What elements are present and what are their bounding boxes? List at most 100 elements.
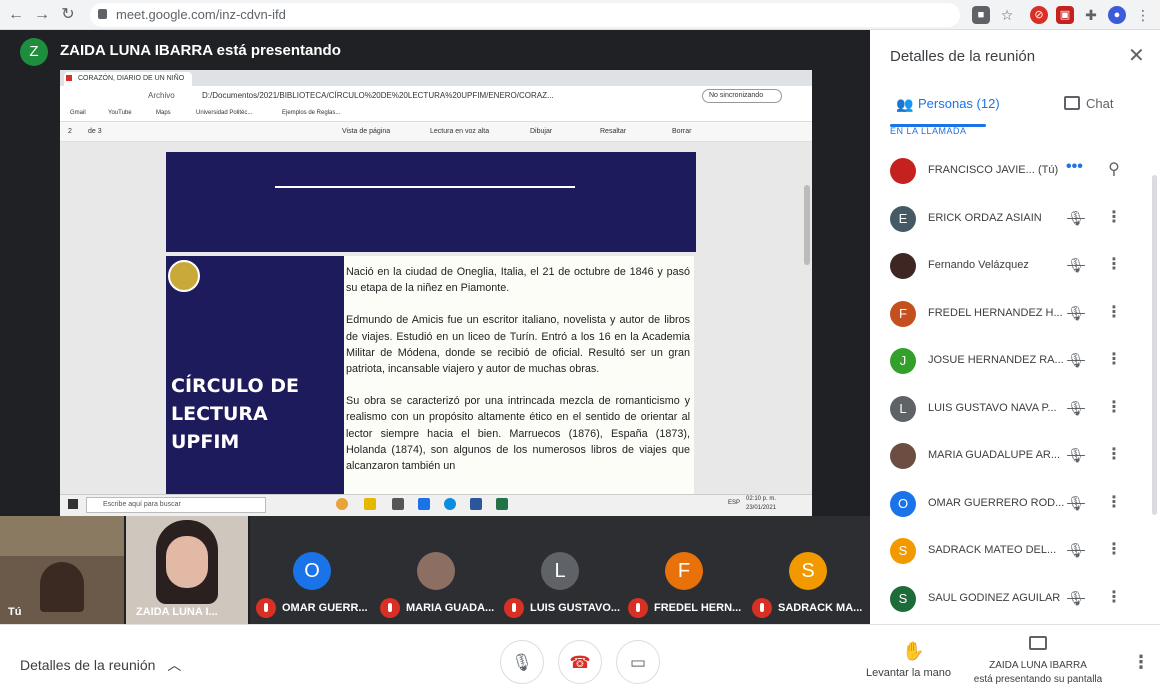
more-options-icon[interactable]: ⋮ — [1106, 255, 1122, 275]
panel-scrollbar[interactable] — [1152, 175, 1157, 515]
presenting-name: ZAIDA LUNA IBARRA — [989, 660, 1087, 671]
mic-off-icon — [504, 598, 524, 618]
participant-row[interactable]: E ERICK ORDAZ ASIAIN 🎙 ⋮ — [870, 198, 1160, 246]
participant-row[interactable]: F FREDEL HERNANDEZ H... 🎙 ⋮ — [870, 293, 1160, 341]
sync-badge: No sincronizando — [702, 89, 782, 103]
block-extension-icon[interactable]: ⊘ — [1030, 6, 1048, 24]
more-options-icon[interactable]: ⋮ — [1106, 493, 1122, 513]
tile-participant[interactable]: MARIA GUADA... — [374, 516, 498, 624]
bookmark: Universidad Politéc... — [196, 110, 253, 116]
raise-hand-label[interactable]: Levantar la mano — [866, 667, 951, 679]
extension-icon[interactable]: ▣ — [1056, 6, 1074, 24]
mic-off-icon: 🎙 — [1067, 494, 1085, 511]
star-icon[interactable]: ☆ — [998, 6, 1016, 24]
browser-menu-icon[interactable]: ⋮ — [1134, 6, 1152, 24]
windows-start-icon — [68, 499, 78, 509]
presenter-avatar: Z — [20, 38, 48, 66]
cover-title: CÍRCULO DE LECTURA UPFIM — [171, 375, 299, 453]
tab-people[interactable]: Personas (12) — [918, 96, 1012, 111]
tile-name: FREDEL HERN... — [654, 601, 742, 614]
more-options-icon[interactable]: ⋮ — [1106, 588, 1122, 608]
tile-participant[interactable]: F FREDEL HERN... — [622, 516, 746, 624]
participant-row[interactable]: J JOSUE HERNANDEZ RA... 🎙 ⋮ — [870, 340, 1160, 388]
participant-row[interactable]: FRANCISCO JAVIE... (Tú) ••• ⚲ — [870, 150, 1160, 198]
pin-icon[interactable]: ⚲ — [1106, 160, 1122, 180]
video-person — [40, 562, 84, 612]
participant-avatar: E — [890, 205, 916, 232]
participant-row[interactable]: S SAUL GODINEZ AGUILAR 🎙 ⋮ — [870, 578, 1160, 626]
pdf-toolbar: 2 de 3 Vista de página Lectura en voz al… — [60, 122, 812, 142]
profile-avatar[interactable]: ● — [1108, 6, 1126, 24]
more-options-icon[interactable]: ⋮ — [1106, 303, 1122, 323]
participant-avatar: J — [890, 348, 916, 374]
close-icon[interactable]: ✕ — [1128, 46, 1145, 66]
tile-avatar: L — [541, 552, 579, 590]
participant-name: JOSUE HERNANDEZ RA... — [928, 354, 1064, 366]
participant-row[interactable]: MARIA GUADALUPE AR... 🎙 ⋮ — [870, 435, 1160, 483]
tile-name: MARIA GUADA... — [406, 601, 495, 614]
page-of: de 3 — [88, 128, 102, 135]
page-number: 2 — [68, 128, 72, 135]
seal-logo — [168, 260, 200, 292]
participant-name: ERICK ORDAZ ASIAIN — [928, 211, 1042, 224]
leave-call-button[interactable]: ☎ — [558, 640, 602, 684]
more-options-icon[interactable]: ⋮ — [1106, 208, 1122, 228]
participant-name: Fernando Velázquez — [928, 259, 1029, 271]
pdf-tool: Borrar — [672, 128, 692, 135]
tile-participant[interactable]: S SADRACK MA... — [746, 516, 870, 624]
tile-name: OMAR GUERR... — [282, 601, 368, 614]
reload-icon[interactable]: ↻ — [58, 5, 78, 25]
pdf-icon — [66, 75, 72, 81]
tile-presenter[interactable]: ZAIDA LUNA I... — [126, 516, 248, 624]
mic-off-icon: 🎙 — [1067, 304, 1085, 321]
microphone-icon: 🎙 — [511, 653, 533, 672]
bookmark: Ejemplos de Reglas... — [282, 110, 341, 116]
meeting-details-label: Detalles de la reunión — [20, 657, 156, 673]
paragraph: Nació en la ciudad de Oneglia, Italia, e… — [346, 266, 690, 295]
tile-participant[interactable]: L LUIS GUSTAVO... — [498, 516, 622, 624]
participant-avatar — [890, 443, 916, 469]
mic-off-icon: 🎙 — [1067, 352, 1085, 368]
video-background — [0, 516, 124, 556]
present-screen-icon[interactable] — [1029, 636, 1047, 650]
shared-url: D:/Documentos/2021/BIBLIOTECA/CÍRCULO%20… — [202, 91, 554, 100]
more-options-icon[interactable]: ⋮ — [1106, 540, 1122, 560]
participant-avatar: S — [890, 538, 916, 564]
meeting-details-button[interactable]: Detalles de la reunión ︿ — [20, 655, 181, 675]
participant-row[interactable]: L LUIS GUSTAVO NAVA P... 🎙 ⋮ — [870, 388, 1160, 436]
participant-row[interactable]: O OMAR GUERRERO ROD... 🎙 ⋮ — [870, 483, 1160, 531]
participant-name: SADRACK MATEO DEL... — [928, 544, 1057, 556]
bookmark: Gmail — [70, 110, 86, 116]
raise-hand-icon[interactable]: ✋ — [902, 641, 924, 662]
pdf-tool: Vista de página — [342, 128, 391, 135]
more-options-icon[interactable]: ⋮ — [1132, 652, 1150, 673]
chevron-up-icon: ︿ — [167, 657, 182, 673]
puzzle-icon[interactable]: ✚ — [1082, 6, 1100, 24]
microphone-button[interactable]: 🎙 — [500, 640, 544, 684]
back-icon[interactable]: ← — [6, 5, 26, 25]
participant-row[interactable]: Fernando Velázquez 🎙 ⋮ — [870, 245, 1160, 293]
tile-avatar — [417, 552, 455, 590]
mic-off-icon — [752, 598, 772, 618]
tab-chat[interactable]: Chat — [1086, 96, 1113, 111]
document-text: Nació en la ciudad de Oneglia, Italia, e… — [344, 256, 694, 496]
forward-icon[interactable]: → — [32, 5, 52, 25]
presenting-status[interactable]: ZAIDA LUNA IBARRA está presentando su pa… — [968, 659, 1108, 687]
people-icon: 👥 — [896, 96, 914, 112]
camera-icon[interactable]: ■ — [972, 6, 990, 24]
participant-avatar — [890, 158, 916, 184]
tile-participant[interactable]: O OMAR GUERR... — [250, 516, 374, 624]
address-bar[interactable]: meet.google.com/inz-cdvn-ifd — [90, 3, 960, 27]
tile-avatar: O — [293, 552, 331, 590]
more-options-icon[interactable]: ⋮ — [1106, 398, 1122, 418]
participant-name: OMAR GUERRERO ROD... — [928, 496, 1065, 509]
taskbar-search: Escribe aquí para buscar — [86, 497, 266, 513]
more-options-icon[interactable]: ⋮ — [1106, 445, 1122, 465]
camera-button[interactable]: ▭ — [616, 640, 660, 684]
more-options-icon[interactable]: ⋮ — [1106, 350, 1122, 370]
paragraph: Edmundo de Amicis fue un escritor italia… — [346, 314, 690, 376]
presenter-banner: ZAIDA LUNA IBARRA está presentando — [60, 42, 341, 59]
tile-self[interactable]: Tú — [0, 516, 124, 624]
pdf-tool: Resaltar — [600, 128, 627, 135]
participant-row[interactable]: S SADRACK MATEO DEL... 🎙 ⋮ — [870, 530, 1160, 578]
